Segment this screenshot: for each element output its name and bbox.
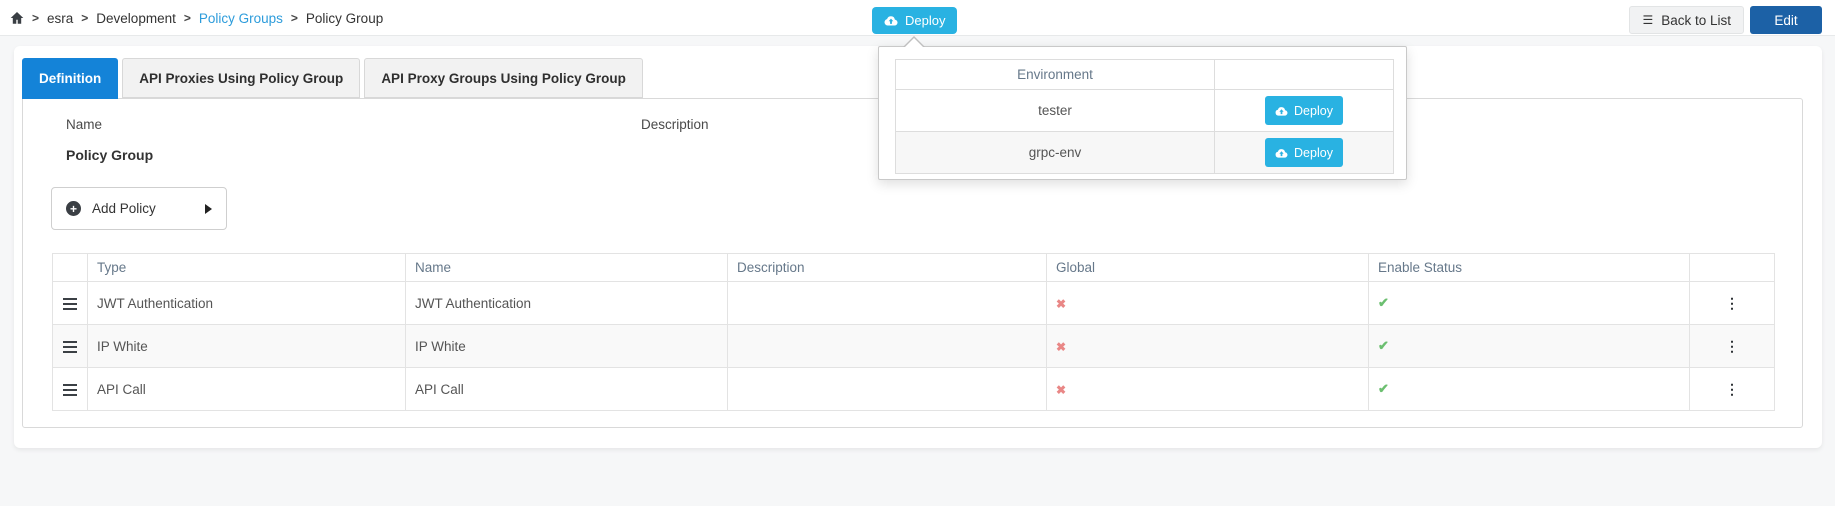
home-icon[interactable] (10, 11, 24, 25)
tab-api-proxies-using-policy-group[interactable]: API Proxies Using Policy Group (122, 58, 360, 98)
breadcrumb-item-esra[interactable]: esra (47, 11, 73, 26)
breadcrumb: > esra > Development > Policy Groups > P… (10, 0, 383, 36)
cell-type: IP White (88, 325, 406, 368)
row-menu-icon[interactable]: ⋮ (1725, 295, 1739, 311)
breadcrumb-separator: > (81, 11, 88, 25)
policy-table-header-row: Type Name Description Global Enable Stat… (53, 254, 1775, 282)
top-bar: > esra > Development > Policy Groups > P… (0, 0, 1835, 36)
row-menu-icon[interactable]: ⋮ (1725, 381, 1739, 397)
cell-environment: tester (896, 90, 1215, 132)
edit-button[interactable]: Edit (1750, 6, 1822, 34)
cell-type: API Call (88, 368, 406, 411)
tab-api-proxy-groups-using-policy-group[interactable]: API Proxy Groups Using Policy Group (364, 58, 643, 98)
column-header-actions (1690, 254, 1775, 282)
column-header-name: Name (406, 254, 728, 282)
topbar-actions: ☰ Back to List Edit (1629, 6, 1822, 34)
cell-type: JWT Authentication (88, 282, 406, 325)
table-row: API Call API Call ✖ ✔ ⋮ (53, 368, 1775, 411)
cloud-upload-icon (1275, 106, 1288, 116)
plus-circle-icon: + (66, 201, 81, 216)
name-value: Policy Group (66, 147, 153, 163)
cell-description (728, 368, 1047, 411)
back-to-list-button[interactable]: ☰ Back to List (1629, 6, 1744, 34)
table-row: IP White IP White ✖ ✔ ⋮ (53, 325, 1775, 368)
cell-name: API Call (406, 368, 728, 411)
deploy-button-label: Deploy (1294, 146, 1333, 160)
drag-handle-icon[interactable] (63, 384, 77, 397)
breadcrumb-item-development[interactable]: Development (96, 11, 176, 26)
deploy-environment-button[interactable]: Deploy (1265, 96, 1343, 125)
check-icon: ✔ (1378, 338, 1389, 353)
cross-icon: ✖ (1056, 340, 1066, 354)
check-icon: ✔ (1378, 381, 1389, 396)
deploy-button[interactable]: Deploy (872, 7, 957, 34)
environment-table-header-row: Environment (896, 60, 1394, 90)
deploy-button-label: Deploy (905, 13, 945, 28)
cross-icon: ✖ (1056, 383, 1066, 397)
cross-icon: ✖ (1056, 297, 1066, 311)
caret-right-icon (205, 204, 212, 214)
column-header-handle (53, 254, 88, 282)
drag-handle-icon[interactable] (63, 298, 77, 311)
list-icon: ☰ (1642, 13, 1653, 27)
drag-handle-icon[interactable] (63, 341, 77, 354)
breadcrumb-separator: > (32, 11, 39, 25)
cloud-upload-icon (1275, 148, 1288, 158)
column-header-deploy-action (1215, 60, 1394, 90)
column-header-environment: Environment (896, 60, 1215, 90)
policy-table: Type Name Description Global Enable Stat… (52, 253, 1775, 411)
cell-name: JWT Authentication (406, 282, 728, 325)
breadcrumb-separator: > (184, 11, 191, 25)
add-policy-label: Add Policy (92, 201, 156, 216)
environment-row-tester: tester Deploy (896, 90, 1394, 132)
name-label: Name (66, 117, 102, 132)
breadcrumb-separator: > (291, 11, 298, 25)
cell-environment: grpc-env (896, 132, 1215, 174)
popup-caret (903, 36, 925, 47)
breadcrumb-item-policy-group: Policy Group (306, 11, 383, 26)
column-header-type: Type (88, 254, 406, 282)
check-icon: ✔ (1378, 295, 1389, 310)
deploy-environment-button[interactable]: Deploy (1265, 138, 1343, 167)
column-header-enable-status: Enable Status (1369, 254, 1690, 282)
table-row: JWT Authentication JWT Authentication ✖ … (53, 282, 1775, 325)
add-policy-button[interactable]: + Add Policy (51, 187, 227, 230)
environment-row-grpc-env: grpc-env Deploy (896, 132, 1394, 174)
cloud-upload-icon (884, 15, 898, 26)
row-menu-icon[interactable]: ⋮ (1725, 338, 1739, 354)
tab-definition[interactable]: Definition (22, 58, 118, 99)
column-header-description: Description (728, 254, 1047, 282)
environment-table: Environment tester Deploy grpc-env (895, 59, 1394, 174)
breadcrumb-item-policy-groups[interactable]: Policy Groups (199, 11, 283, 26)
back-to-list-label: Back to List (1661, 13, 1731, 28)
cell-name: IP White (406, 325, 728, 368)
deploy-popup: Environment tester Deploy grpc-env (878, 46, 1407, 180)
column-header-global: Global (1047, 254, 1369, 282)
tab-bar: Definition API Proxies Using Policy Grou… (22, 58, 643, 99)
description-label: Description (641, 117, 709, 132)
cell-description (728, 325, 1047, 368)
cell-description (728, 282, 1047, 325)
deploy-button-label: Deploy (1294, 104, 1333, 118)
